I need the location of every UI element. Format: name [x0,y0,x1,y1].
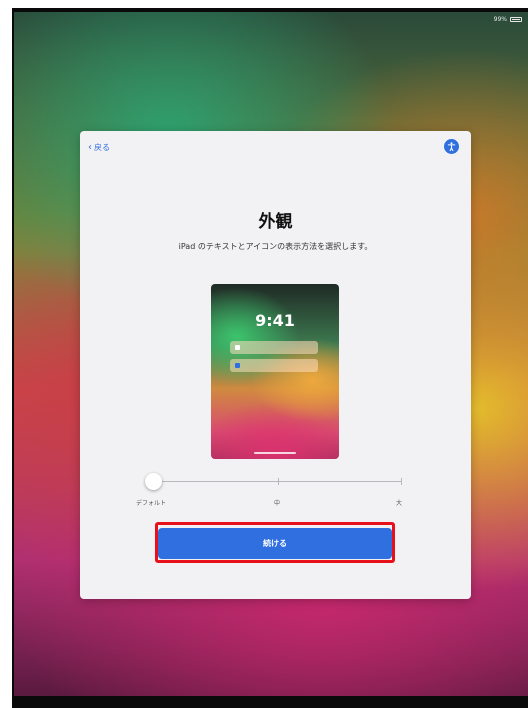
battery-percent: 99% [493,16,507,23]
slider-tick [401,478,402,485]
back-label: 戻る [94,143,110,152]
slider-tick [278,478,279,485]
battery-icon [510,17,522,22]
chevron-left-icon: ‹ [88,141,92,153]
preview-time: 9:41 [255,311,295,330]
notification-dot [235,345,240,350]
preview-notification [230,359,318,372]
slider-label-large: 大 [396,500,403,507]
preview-notification [230,341,318,354]
continue-button[interactable]: 続ける [158,528,392,559]
page-subtitle: iPad のテキストとアイコンの表示方法を選択します。 [178,242,373,251]
accessibility-glyph [447,142,456,152]
slider-label-medium: 中 [274,500,281,507]
text-size-slider-track[interactable] [154,478,402,485]
slider-label-default: デフォルト [136,500,167,507]
accessibility-icon[interactable] [444,139,459,154]
display-preview: 9:41 [211,284,339,459]
text-size-slider-knob[interactable] [145,473,162,490]
page-title: 外観 [258,212,293,232]
home-indicator [254,452,296,454]
status-bar: 99% [494,16,522,23]
notification-dot [235,363,240,368]
back-button[interactable]: ‹ 戻る [88,142,110,153]
setup-panel: ‹ 戻る 外観 iPad のテキストとアイコンの表示方法を選択します。 9:41… [80,131,471,599]
